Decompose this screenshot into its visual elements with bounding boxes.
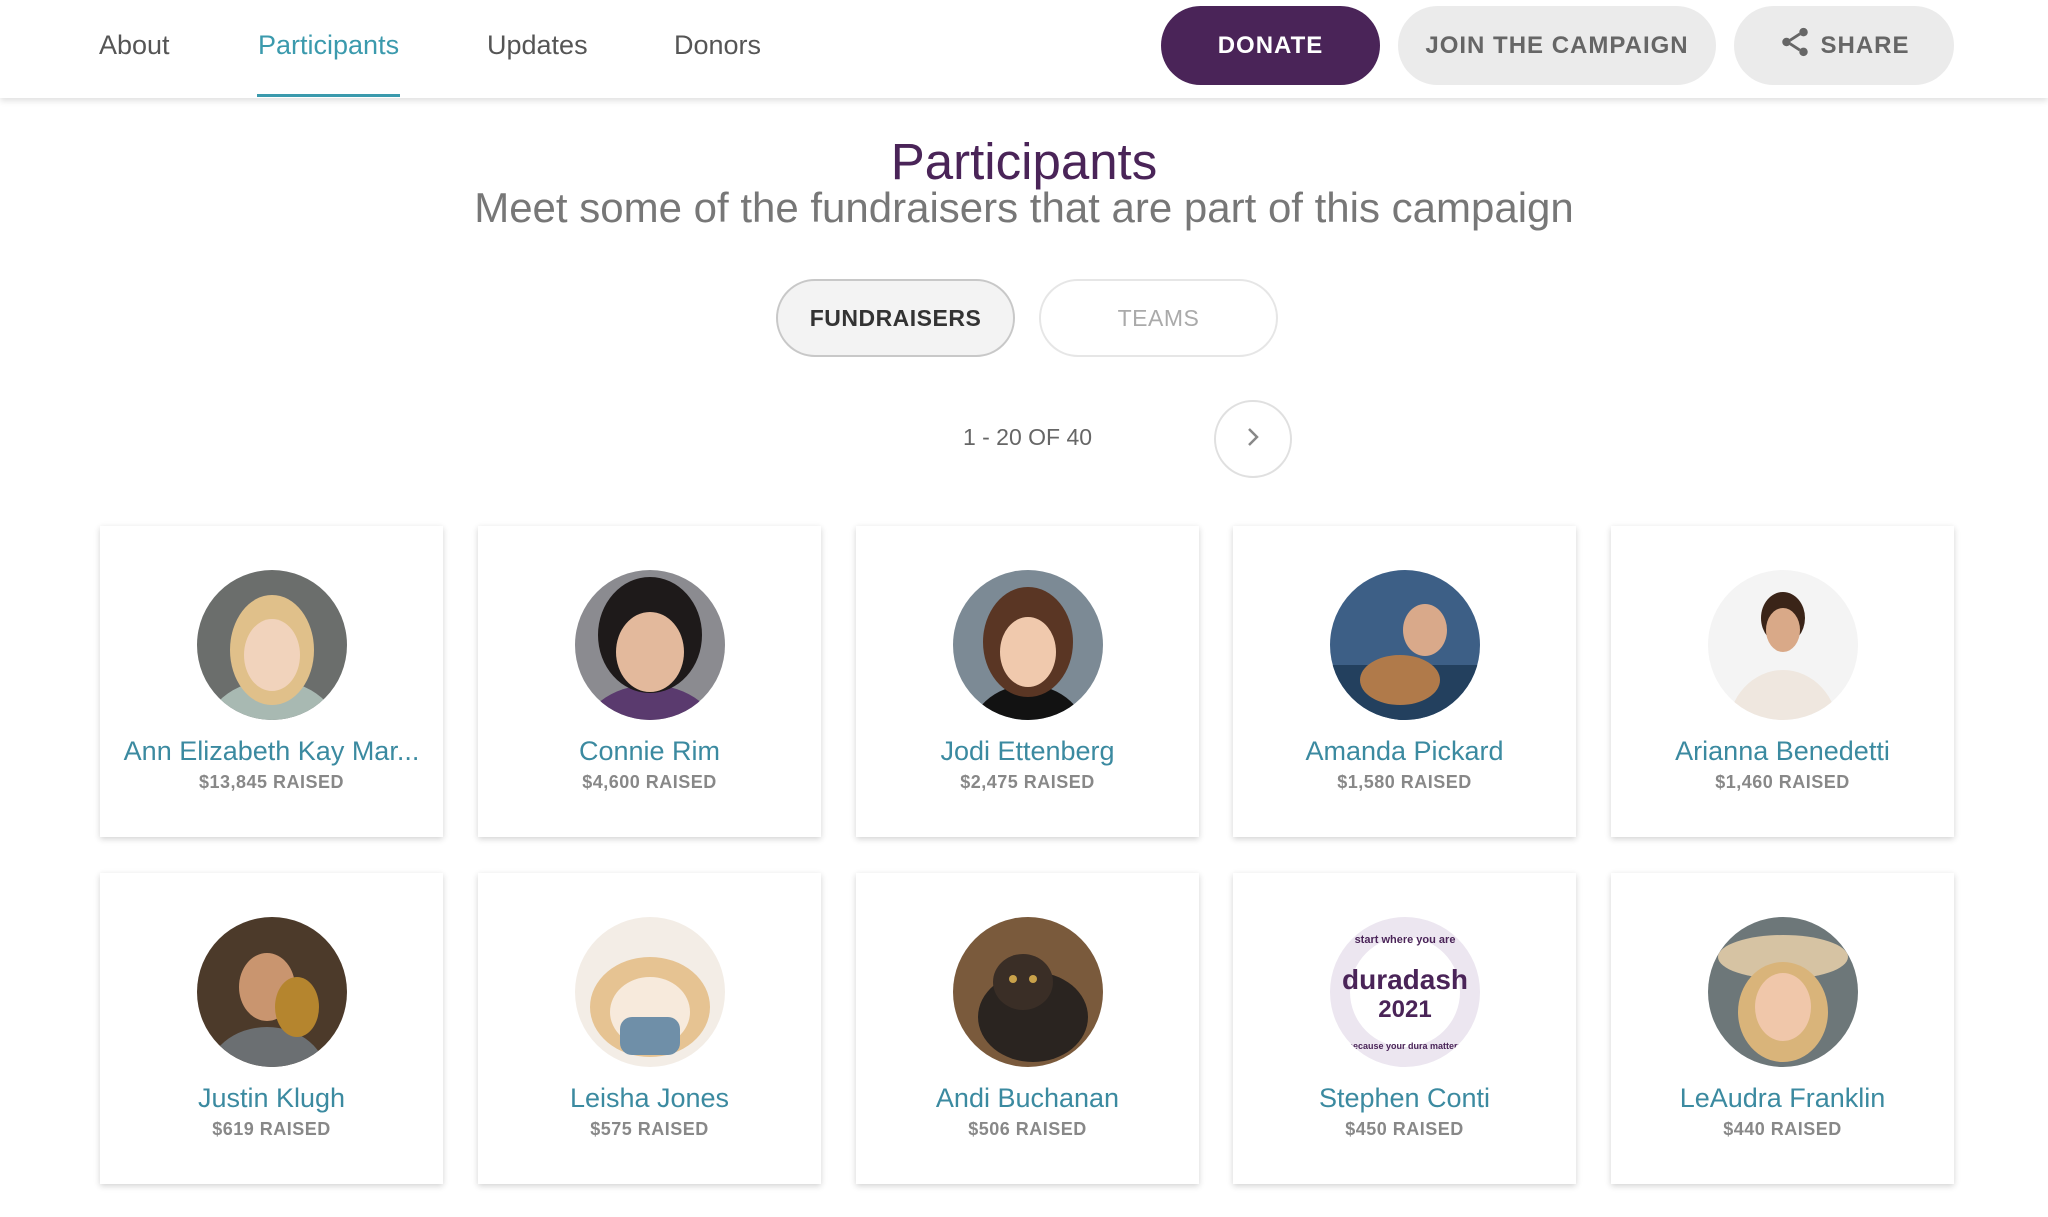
fundraiser-card[interactable]: start where you are duradash 2021 becaus… (1233, 873, 1576, 1184)
top-nav-bar: About Participants Updates Donors DONATE… (0, 0, 2048, 98)
avatar (953, 917, 1103, 1067)
fundraisers-toggle[interactable]: FUNDRAISERS (776, 279, 1015, 357)
amount-raised: $2,475 RAISED (960, 772, 1095, 792)
share-label: SHARE (1820, 31, 1910, 59)
avatar (197, 917, 347, 1067)
fundraiser-name: Justin Klugh (197, 1083, 346, 1113)
fundraisers-toggle-label: FUNDRAISERS (809, 304, 982, 331)
avatar (1708, 570, 1858, 720)
fundraiser-card[interactable]: Arianna Benedetti $1,460 RAISED (1611, 526, 1954, 837)
amount-raised: $619 RAISED (212, 1119, 331, 1139)
amount-raised: $1,460 RAISED (1715, 772, 1850, 792)
fundraiser-card[interactable]: Justin Klugh $619 RAISED (100, 873, 443, 1184)
avatar (197, 570, 347, 720)
avatar (953, 570, 1103, 720)
fundraiser-card[interactable]: Amanda Pickard $1,580 RAISED (1233, 526, 1576, 837)
fundraiser-name: Stephen Conti (1318, 1083, 1491, 1113)
logo-year: 2021 (1378, 996, 1431, 1023)
logo-brand: duradash (1342, 964, 1468, 995)
fundraiser-name: Ann Elizabeth Kay Mar... (123, 736, 420, 766)
fundraiser-card[interactable]: Andi Buchanan $506 RAISED (856, 873, 1199, 1184)
tab-donors[interactable]: Donors (674, 30, 761, 61)
avatar (1330, 570, 1480, 720)
amount-raised: $506 RAISED (968, 1119, 1087, 1139)
page-title: Participants (890, 133, 1158, 190)
logo-top-text: start where you are (1355, 934, 1456, 946)
avatar (575, 570, 725, 720)
avatar (1708, 917, 1858, 1067)
tab-updates[interactable]: Updates (487, 30, 588, 61)
fundraiser-name: Andi Buchanan (935, 1083, 1120, 1113)
share-button[interactable]: SHARE (1734, 6, 1954, 85)
teams-toggle-label: TEAMS (1117, 304, 1200, 331)
amount-raised: $1,580 RAISED (1337, 772, 1472, 792)
amount-raised: $450 RAISED (1345, 1119, 1464, 1139)
fundraiser-card[interactable]: Ann Elizabeth Kay Mar... $13,845 RAISED (100, 526, 443, 837)
fundraiser-card[interactable]: LeAudra Franklin $440 RAISED (1611, 873, 1954, 1184)
amount-raised: $4,600 RAISED (582, 772, 717, 792)
fundraiser-name: Jodi Ettenberg (940, 736, 1115, 766)
fundraiser-card[interactable]: Connie Rim $4,600 RAISED (478, 526, 821, 837)
pagination-range: 1 - 20 OF 40 (962, 424, 1093, 450)
join-campaign-label: JOIN THE CAMPAIGN (1425, 31, 1689, 59)
duradash-logo: start where you are duradash 2021 becaus… (1330, 917, 1480, 1067)
fundraiser-name: Connie Rim (578, 736, 721, 766)
donate-button[interactable]: DONATE (1161, 6, 1380, 85)
fundraiser-name: LeAudra Franklin (1679, 1083, 1886, 1113)
next-page-button[interactable] (1214, 400, 1292, 478)
fundraiser-card[interactable]: Jodi Ettenberg $2,475 RAISED (856, 526, 1199, 837)
tab-participants[interactable]: Participants (258, 30, 399, 61)
amount-raised: $575 RAISED (590, 1119, 709, 1139)
donate-button-label: DONATE (1217, 31, 1324, 59)
amount-raised: $13,845 RAISED (198, 772, 345, 792)
teams-toggle[interactable]: TEAMS (1039, 279, 1278, 357)
active-tab-indicator (257, 94, 400, 97)
fundraiser-name: Arianna Benedetti (1675, 736, 1890, 766)
fundraiser-card[interactable]: Leisha Jones $575 RAISED (478, 873, 821, 1184)
fundraiser-name: Amanda Pickard (1305, 736, 1504, 766)
amount-raised: $440 RAISED (1723, 1119, 1842, 1139)
avatar (575, 917, 725, 1067)
page-subtitle: Meet some of the fundraisers that are pa… (474, 184, 1574, 231)
chevron-right-icon (1241, 425, 1265, 454)
logo-bottom-text: because your dura matters (1347, 1041, 1462, 1051)
tab-about[interactable]: About (99, 30, 170, 61)
share-icon (1778, 25, 1812, 66)
fundraiser-name: Leisha Jones (569, 1083, 730, 1113)
join-campaign-button[interactable]: JOIN THE CAMPAIGN (1398, 6, 1716, 85)
